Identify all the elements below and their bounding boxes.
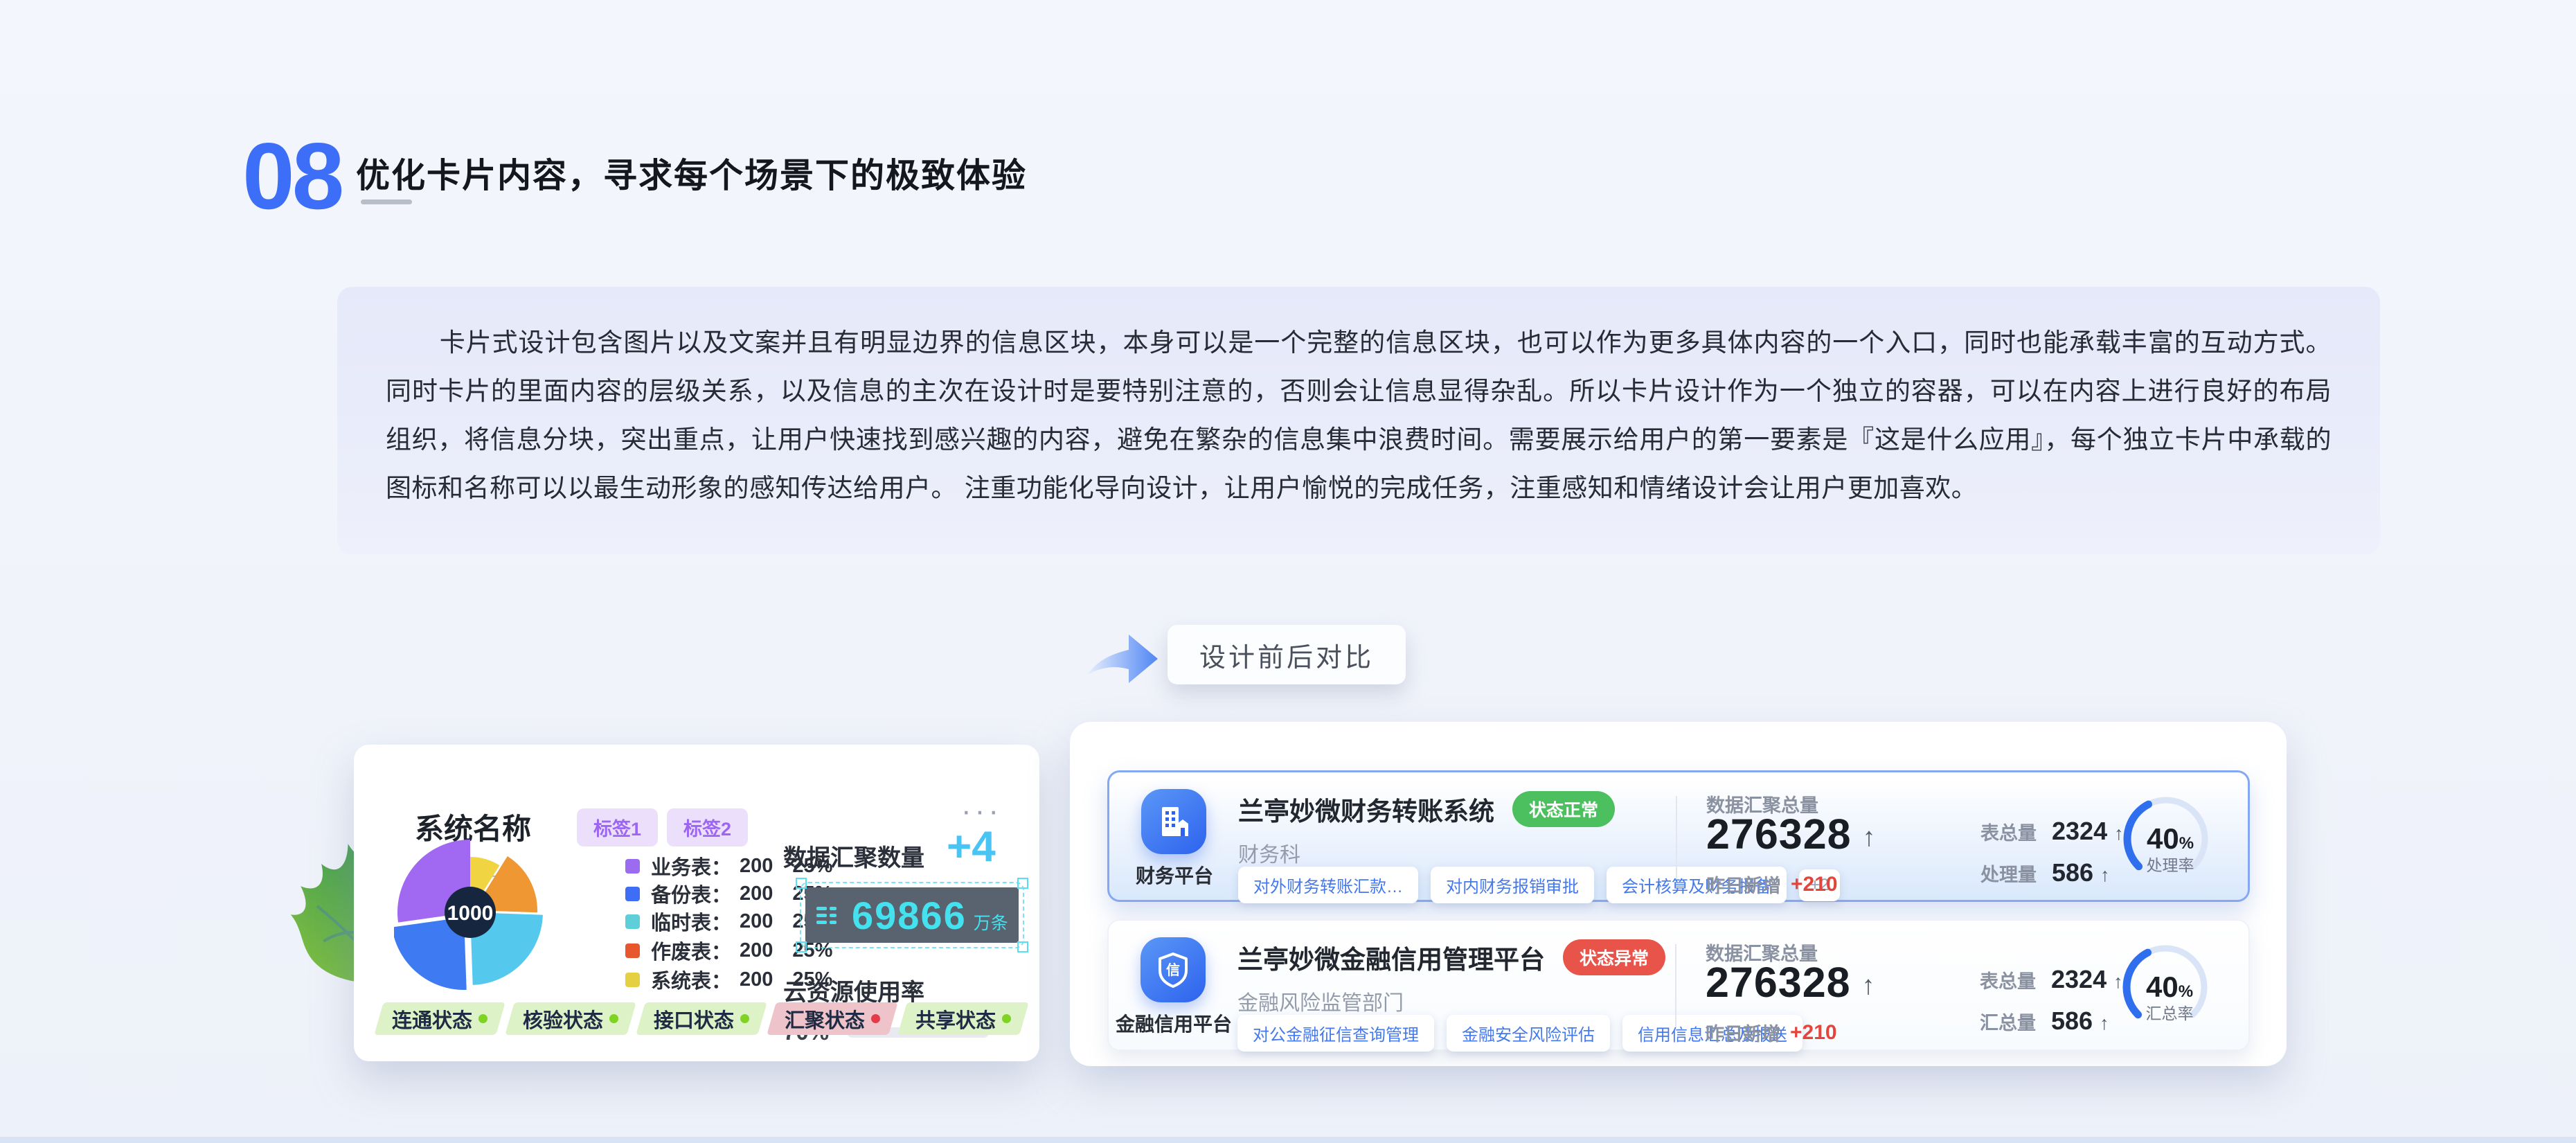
svg-text:40%: 40% <box>2146 971 2193 1003</box>
legend-swatch <box>625 943 640 958</box>
intro-panel: 卡片式设计包含图片以及文案并且有明显边界的信息区块，本身可以是一个完整的信息区块… <box>337 287 2380 554</box>
stat1-value: 2324 <box>2051 965 2107 994</box>
status-tag-share[interactable]: 共享状态 <box>902 1002 1024 1035</box>
divider <box>1675 944 1676 1027</box>
agg-unit: 万条 <box>974 910 1008 934</box>
status-pill-normal: 状态正常 <box>1512 791 1615 827</box>
selection-corner <box>796 941 807 952</box>
status-pill-error: 状态异常 <box>1563 939 1665 975</box>
svg-text:处理率: 处理率 <box>2147 856 2194 874</box>
status-tag-verify[interactable]: 核验状态 <box>510 1002 632 1035</box>
app-department: 金融风险监管部门 <box>1237 986 1404 1016</box>
selection-corner <box>1017 878 1028 889</box>
status-dot-green <box>1002 1014 1011 1023</box>
app-row-finance[interactable]: 财务平台 兰亭妙微财务转账系统 状态正常 财务科 对外财务转账汇款… 对内财务报… <box>1107 770 2250 902</box>
apps-card: 财务平台 兰亭妙微财务转账系统 状态正常 财务科 对外财务转账汇款… 对内财务报… <box>1070 722 2287 1066</box>
svg-text:信: 信 <box>1166 962 1180 978</box>
stat2-value: 586 <box>2052 858 2093 887</box>
agg-value-box[interactable]: 69866 万条 <box>805 887 1019 943</box>
up-arrow-icon: ↑ <box>1862 971 1875 1001</box>
status-dot-green <box>609 1014 618 1023</box>
pie-chart: 1000 <box>394 836 553 995</box>
pie-center-value: 1000 <box>447 902 494 925</box>
delta-label: 昨日新增 <box>1706 1019 1780 1046</box>
status-tag-connect[interactable]: 连通状态 <box>379 1002 501 1035</box>
up-arrow-icon: ↑ <box>2100 865 2110 886</box>
system-tag-2[interactable]: 标签2 <box>667 808 748 847</box>
selection-corner <box>1017 941 1028 952</box>
app-row-credit[interactable]: 信 金融信用平台 兰亭妙微金融信用管理平台 状态异常 金融风险监管部门 对公金融… <box>1107 919 2250 1051</box>
legend-item: 临时表： 200 25% <box>625 911 832 932</box>
status-dot-green <box>478 1014 488 1023</box>
stat2-label: 汇总量 <box>1980 1008 2036 1035</box>
app-title: 兰亭妙微财务转账系统 <box>1238 790 1494 828</box>
compare-button[interactable]: 设计前后对比 <box>1168 625 1406 684</box>
status-tag-interface[interactable]: 接口状态 <box>641 1002 762 1035</box>
status-dot-green <box>740 1014 749 1023</box>
function-tag[interactable]: 对内财务报销审批 <box>1431 867 1594 903</box>
delta-label: 昨日新增 <box>1706 871 1781 898</box>
section-number-underline <box>361 200 412 204</box>
stat1-value: 2324 <box>2052 817 2107 846</box>
arrow-right-icon <box>1084 632 1161 686</box>
function-tag[interactable]: 对外财务转账汇款… <box>1238 867 1418 903</box>
delta-value: +210 <box>1791 873 1838 896</box>
function-tag[interactable]: 金融安全风险评估 <box>1447 1015 1610 1052</box>
status-tag-aggregate[interactable]: 汇聚状态 <box>771 1002 893 1035</box>
status-dot-red <box>871 1014 880 1023</box>
up-arrow-icon: ↑ <box>2100 1013 2109 1034</box>
platform-label: 金融信用平台 <box>1114 1009 1233 1037</box>
system-tag-1[interactable]: 标签1 <box>577 808 658 847</box>
stat2-value: 586 <box>2051 1007 2093 1036</box>
agg-count-label: 数据汇聚数量 <box>783 839 924 873</box>
divider <box>1676 796 1677 879</box>
stat2-label: 处理量 <box>1980 860 2037 887</box>
list-icon <box>816 907 837 924</box>
agg-delta-badge: +4 <box>947 822 996 871</box>
bottom-strip <box>0 1137 2576 1143</box>
platform-label: 财务平台 <box>1115 861 1234 889</box>
legend-swatch <box>625 859 640 874</box>
system-card: 系统名称 标签1 标签2 ··· 所属部门 1000 业务表： 200 25% … <box>354 745 1039 1061</box>
total-value: 276328 <box>1706 958 1851 1007</box>
up-arrow-icon: ↑ <box>1863 823 1876 853</box>
legend-swatch <box>625 887 640 901</box>
svg-text:汇总率: 汇总率 <box>2146 1004 2194 1022</box>
section-number: 08 <box>242 129 341 223</box>
building-icon <box>1141 789 1206 854</box>
function-tag[interactable]: 对公金融征信查询管理 <box>1237 1015 1434 1052</box>
stat1-label: 表总量 <box>1980 966 2036 993</box>
agg-value: 69866 <box>852 893 967 938</box>
stat1-label: 表总量 <box>1980 818 2037 845</box>
gauge-chart: 40% 汇总率 <box>2111 932 2222 1043</box>
svg-text:40%: 40% <box>2147 822 2194 855</box>
total-value: 276328 <box>1706 810 1852 858</box>
intro-paragraph: 卡片式设计包含图片以及文案并且有明显边界的信息区块，本身可以是一个完整的信息区块… <box>337 287 2380 513</box>
selection-corner <box>796 878 807 889</box>
app-title: 兰亭妙微金融信用管理平台 <box>1237 939 1545 976</box>
shield-icon: 信 <box>1141 937 1206 1002</box>
legend-swatch <box>625 973 640 987</box>
gauge-chart: 40% 处理率 <box>2112 783 2223 894</box>
app-department: 财务科 <box>1238 838 1300 868</box>
delta-value: +210 <box>1790 1021 1837 1045</box>
page: 08 优化卡片内容，寻求每个场景下的极致体验 卡片式设计包含图片以及文案并且有明… <box>0 0 2576 1143</box>
legend-swatch <box>625 914 640 929</box>
section-title: 优化卡片内容，寻求每个场景下的极致体验 <box>356 148 1027 197</box>
